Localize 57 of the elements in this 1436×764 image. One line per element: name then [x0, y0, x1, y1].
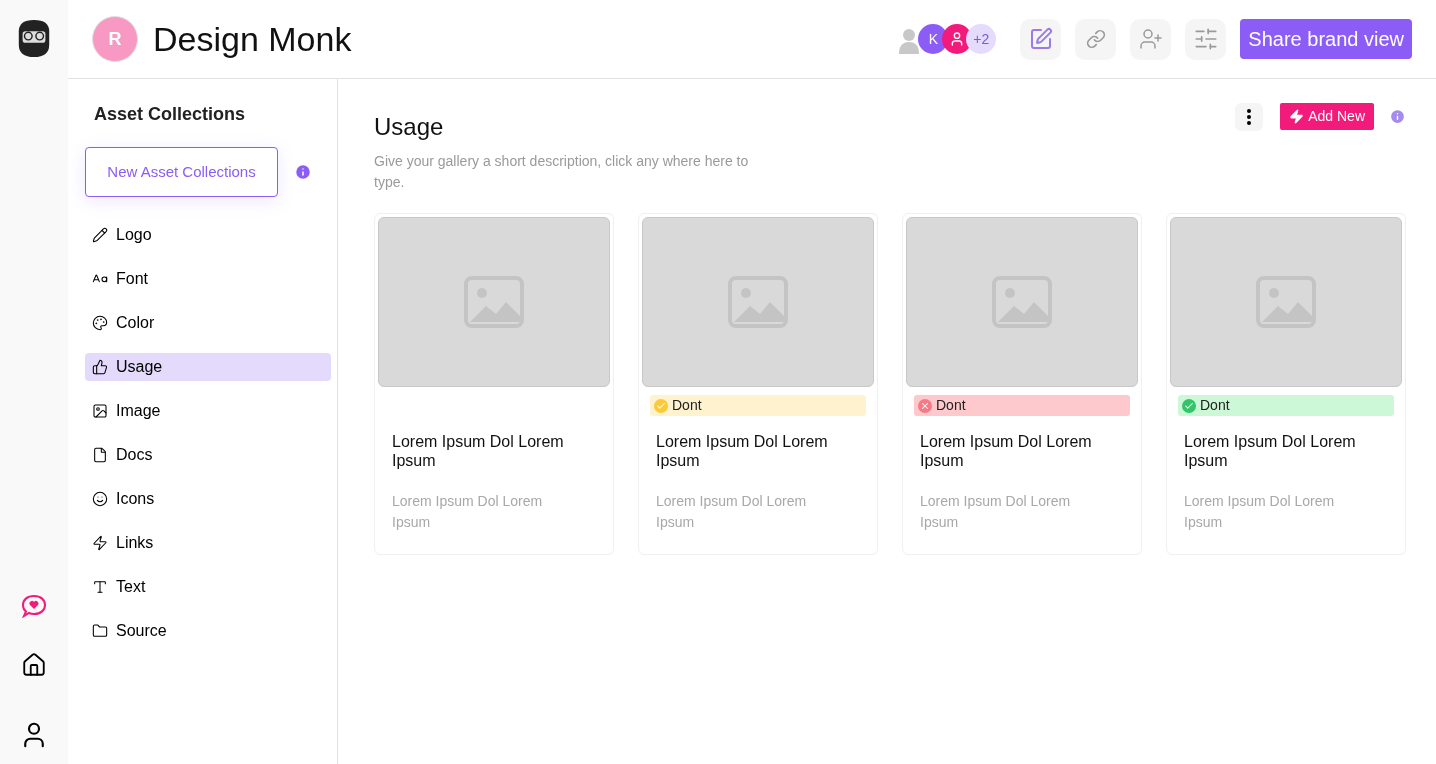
link-button[interactable]	[1075, 18, 1117, 60]
sidebar-item[interactable]: Links	[85, 529, 331, 557]
cross-icon	[918, 398, 932, 413]
edit-button[interactable]	[1020, 18, 1062, 60]
letter-icon	[92, 579, 108, 595]
card-title: Lorem Ipsum Dol Lorem Ipsum	[391, 432, 565, 470]
palette-icon	[92, 315, 108, 331]
card-title: Lorem Ipsum Dol Lorem Ipsum	[919, 432, 1093, 470]
edit-icon	[1028, 27, 1053, 51]
more-icon	[1247, 109, 1252, 125]
pencil-icon	[92, 227, 108, 243]
card-subtitle: Lorem Ipsum Dol Lorem Ipsum	[655, 492, 808, 532]
badge-label: Dont	[672, 396, 702, 415]
avatar-count: +2	[966, 24, 997, 54]
badge-label: Dont	[1200, 396, 1230, 415]
lightning-icon	[92, 535, 108, 551]
new-collection-button[interactable]: New Asset Collections	[85, 147, 278, 197]
link-icon	[1085, 29, 1106, 49]
badge-label: Dont	[936, 396, 966, 415]
settings-button[interactable]	[1185, 18, 1227, 60]
sidebar-item[interactable]: Image	[85, 397, 331, 425]
sidebar-item[interactable]: Docs	[85, 441, 331, 469]
add-new-button[interactable]: Add New	[1280, 103, 1374, 130]
card-title: Lorem Ipsum Dol Lorem Ipsum	[655, 432, 829, 470]
add-user-button[interactable]	[1130, 18, 1172, 60]
settings-icon	[1192, 26, 1219, 52]
gallery-description: Give your gallery a short description, click any where here to type.	[374, 152, 750, 192]
sidebar-item[interactable]: Usage	[85, 353, 331, 381]
sidebar-item[interactable]: Logo	[85, 221, 331, 249]
card-subtitle: Lorem Ipsum Dol Lorem Ipsum	[919, 492, 1072, 532]
more-button[interactable]	[1235, 103, 1264, 131]
home-icon[interactable]	[21, 652, 47, 678]
folder-icon	[92, 623, 108, 639]
sidebar-item[interactable]: Text	[85, 573, 331, 601]
page-title: Usage	[374, 112, 444, 142]
lightning-icon	[1289, 109, 1305, 124]
sidebar-item[interactable]: Icons	[85, 485, 331, 513]
chat-heart-icon[interactable]	[21, 594, 47, 618]
workspace-avatar: R	[92, 16, 138, 62]
check-icon	[1182, 398, 1196, 413]
image-icon	[92, 403, 108, 419]
card-subtitle: Lorem Ipsum Dol Lorem Ipsum	[1183, 492, 1336, 532]
sidebar-heading: Asset Collections	[93, 103, 247, 126]
info-icon[interactable]	[1389, 108, 1406, 125]
document-icon	[92, 447, 108, 463]
smiley-icon	[92, 491, 108, 507]
info-icon[interactable]	[294, 163, 312, 181]
card-subtitle: Lorem Ipsum Dol Lorem Ipsum	[391, 492, 544, 532]
workspace-title: Design Monk	[153, 18, 352, 60]
thumbs-up-icon	[92, 359, 108, 375]
card-title: Lorem Ipsum Dol Lorem Ipsum	[1183, 432, 1357, 470]
add-user-icon	[1138, 27, 1163, 51]
sidebar-item[interactable]: Color	[85, 309, 331, 337]
share-button[interactable]: Share brand view	[1240, 19, 1412, 59]
check-icon	[654, 398, 668, 413]
sidebar-item[interactable]: Font	[85, 265, 331, 293]
sidebar-item[interactable]: Source	[85, 617, 331, 645]
